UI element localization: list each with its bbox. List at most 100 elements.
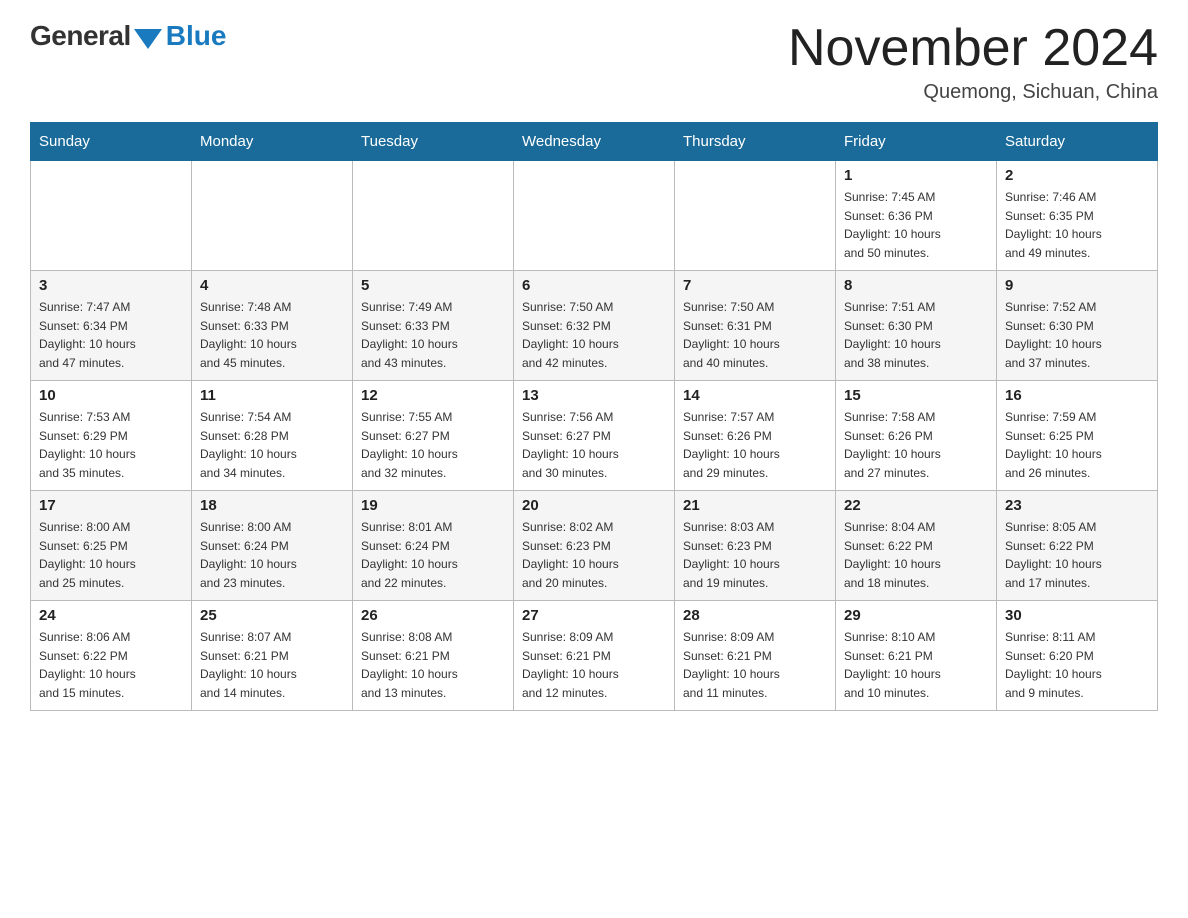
day-number: 8 bbox=[844, 277, 988, 294]
calendar-cell: 25 Sunrise: 8:07 AMSunset: 6:21 PMDayligh… bbox=[192, 601, 353, 711]
weekday-header-thursday: Thursday bbox=[675, 123, 836, 161]
weekday-header-tuesday: Tuesday bbox=[353, 123, 514, 161]
day-info: Sunrise: 7:59 AMSunset: 6:25 PMDaylight:… bbox=[1005, 408, 1149, 482]
day-number: 26 bbox=[361, 607, 505, 624]
calendar-cell: 21 Sunrise: 8:03 AMSunset: 6:23 PMDayligh… bbox=[675, 491, 836, 601]
calendar-cell: 18 Sunrise: 8:00 AMSunset: 6:24 PMDayligh… bbox=[192, 491, 353, 601]
day-info: Sunrise: 8:06 AMSunset: 6:22 PMDaylight:… bbox=[39, 628, 183, 702]
day-number: 30 bbox=[1005, 607, 1149, 624]
day-number: 7 bbox=[683, 277, 827, 294]
calendar-week-row: 24 Sunrise: 8:06 AMSunset: 6:22 PMDayligh… bbox=[31, 601, 1158, 711]
calendar-week-row: 10Sunrise: 7:53 AMSunset: 6:29 PMDayligh… bbox=[31, 381, 1158, 491]
day-info: Sunrise: 8:09 AMSunset: 6:21 PMDaylight:… bbox=[522, 628, 666, 702]
day-number: 16 bbox=[1005, 387, 1149, 404]
day-info: Sunrise: 7:54 AMSunset: 6:28 PMDaylight:… bbox=[200, 408, 344, 482]
calendar-cell: 22 Sunrise: 8:04 AMSunset: 6:22 PMDayligh… bbox=[836, 491, 997, 601]
calendar-cell: 20 Sunrise: 8:02 AMSunset: 6:23 PMDayligh… bbox=[514, 491, 675, 601]
day-info: Sunrise: 8:00 AMSunset: 6:24 PMDaylight:… bbox=[200, 518, 344, 592]
calendar-cell: 27 Sunrise: 8:09 AMSunset: 6:21 PMDayligh… bbox=[514, 601, 675, 711]
day-info: Sunrise: 7:49 AMSunset: 6:33 PMDaylight:… bbox=[361, 298, 505, 372]
day-number: 1 bbox=[844, 167, 988, 184]
calendar-week-row: 1 Sunrise: 7:45 AMSunset: 6:36 PMDaylight… bbox=[31, 161, 1158, 271]
day-info: Sunrise: 7:51 AMSunset: 6:30 PMDaylight:… bbox=[844, 298, 988, 372]
day-number: 28 bbox=[683, 607, 827, 624]
calendar-cell: 28 Sunrise: 8:09 AMSunset: 6:21 PMDayligh… bbox=[675, 601, 836, 711]
day-info: Sunrise: 7:55 AMSunset: 6:27 PMDaylight:… bbox=[361, 408, 505, 482]
calendar-cell bbox=[675, 161, 836, 271]
day-info: Sunrise: 7:58 AMSunset: 6:26 PMDaylight:… bbox=[844, 408, 988, 482]
day-info: Sunrise: 8:03 AMSunset: 6:23 PMDaylight:… bbox=[683, 518, 827, 592]
weekday-header-friday: Friday bbox=[836, 123, 997, 161]
calendar-cell: 6Sunrise: 7:50 AMSunset: 6:32 PMDaylight… bbox=[514, 271, 675, 381]
calendar-cell: 10Sunrise: 7:53 AMSunset: 6:29 PMDayligh… bbox=[31, 381, 192, 491]
day-info: Sunrise: 7:50 AMSunset: 6:31 PMDaylight:… bbox=[683, 298, 827, 372]
day-number: 27 bbox=[522, 607, 666, 624]
calendar-cell: 26 Sunrise: 8:08 AMSunset: 6:21 PMDayligh… bbox=[353, 601, 514, 711]
day-info: Sunrise: 8:07 AMSunset: 6:21 PMDaylight:… bbox=[200, 628, 344, 702]
page-header: General Blue November 2024 Quemong, Sich… bbox=[30, 20, 1158, 104]
calendar-cell: 14 Sunrise: 7:57 AMSunset: 6:26 PMDayligh… bbox=[675, 381, 836, 491]
day-number: 6 bbox=[522, 277, 666, 294]
day-number: 3 bbox=[39, 277, 183, 294]
calendar-cell bbox=[192, 161, 353, 271]
day-number: 19 bbox=[361, 497, 505, 514]
calendar-cell: 1 Sunrise: 7:45 AMSunset: 6:36 PMDaylight… bbox=[836, 161, 997, 271]
logo-general-text: General bbox=[30, 20, 131, 52]
day-info: Sunrise: 8:08 AMSunset: 6:21 PMDaylight:… bbox=[361, 628, 505, 702]
day-info: Sunrise: 8:02 AMSunset: 6:23 PMDaylight:… bbox=[522, 518, 666, 592]
day-number: 12 bbox=[361, 387, 505, 404]
title-section: November 2024 Quemong, Sichuan, China bbox=[788, 20, 1158, 104]
logo-triangle-icon bbox=[134, 29, 162, 49]
weekday-header-saturday: Saturday bbox=[997, 123, 1158, 161]
calendar-cell: 13 Sunrise: 7:56 AMSunset: 6:27 PMDayligh… bbox=[514, 381, 675, 491]
calendar-cell: 7 Sunrise: 7:50 AMSunset: 6:31 PMDaylight… bbox=[675, 271, 836, 381]
day-number: 22 bbox=[844, 497, 988, 514]
day-info: Sunrise: 7:46 AMSunset: 6:35 PMDaylight:… bbox=[1005, 188, 1149, 262]
day-number: 29 bbox=[844, 607, 988, 624]
day-info: Sunrise: 8:00 AMSunset: 6:25 PMDaylight:… bbox=[39, 518, 183, 592]
calendar-cell: 8 Sunrise: 7:51 AMSunset: 6:30 PMDaylight… bbox=[836, 271, 997, 381]
calendar-cell: 4Sunrise: 7:48 AMSunset: 6:33 PMDaylight… bbox=[192, 271, 353, 381]
calendar-cell: 16 Sunrise: 7:59 AMSunset: 6:25 PMDayligh… bbox=[997, 381, 1158, 491]
day-number: 14 bbox=[683, 387, 827, 404]
calendar-cell: 17 Sunrise: 8:00 AMSunset: 6:25 PMDayligh… bbox=[31, 491, 192, 601]
calendar-cell: 12 Sunrise: 7:55 AMSunset: 6:27 PMDayligh… bbox=[353, 381, 514, 491]
weekday-header-wednesday: Wednesday bbox=[514, 123, 675, 161]
calendar-cell bbox=[514, 161, 675, 271]
day-info: Sunrise: 8:01 AMSunset: 6:24 PMDaylight:… bbox=[361, 518, 505, 592]
logo: General Blue bbox=[30, 20, 226, 52]
day-number: 11 bbox=[200, 387, 344, 404]
weekday-header-monday: Monday bbox=[192, 123, 353, 161]
calendar-cell bbox=[353, 161, 514, 271]
calendar-cell: 5Sunrise: 7:49 AMSunset: 6:33 PMDaylight… bbox=[353, 271, 514, 381]
calendar-cell: 23 Sunrise: 8:05 AMSunset: 6:22 PMDayligh… bbox=[997, 491, 1158, 601]
calendar-cell bbox=[31, 161, 192, 271]
day-number: 24 bbox=[39, 607, 183, 624]
calendar-cell: 19 Sunrise: 8:01 AMSunset: 6:24 PMDayligh… bbox=[353, 491, 514, 601]
day-info: Sunrise: 8:09 AMSunset: 6:21 PMDaylight:… bbox=[683, 628, 827, 702]
day-number: 17 bbox=[39, 497, 183, 514]
day-number: 10 bbox=[39, 387, 183, 404]
day-info: Sunrise: 8:11 AMSunset: 6:20 PMDaylight:… bbox=[1005, 628, 1149, 702]
day-number: 23 bbox=[1005, 497, 1149, 514]
weekday-header-sunday: Sunday bbox=[31, 123, 192, 161]
calendar-cell: 30 Sunrise: 8:11 AMSunset: 6:20 PMDayligh… bbox=[997, 601, 1158, 711]
day-number: 13 bbox=[522, 387, 666, 404]
calendar-cell: 3 Sunrise: 7:47 AMSunset: 6:34 PMDaylight… bbox=[31, 271, 192, 381]
day-number: 20 bbox=[522, 497, 666, 514]
day-number: 21 bbox=[683, 497, 827, 514]
calendar-cell: 9Sunrise: 7:52 AMSunset: 6:30 PMDaylight… bbox=[997, 271, 1158, 381]
day-info: Sunrise: 8:04 AMSunset: 6:22 PMDaylight:… bbox=[844, 518, 988, 592]
day-info: Sunrise: 7:45 AMSunset: 6:36 PMDaylight:… bbox=[844, 188, 988, 262]
day-number: 25 bbox=[200, 607, 344, 624]
calendar-table: SundayMondayTuesdayWednesdayThursdayFrid… bbox=[30, 122, 1158, 711]
calendar-cell: 29Sunrise: 8:10 AMSunset: 6:21 PMDayligh… bbox=[836, 601, 997, 711]
day-info: Sunrise: 7:57 AMSunset: 6:26 PMDaylight:… bbox=[683, 408, 827, 482]
day-info: Sunrise: 7:56 AMSunset: 6:27 PMDaylight:… bbox=[522, 408, 666, 482]
calendar-cell: 15Sunrise: 7:58 AMSunset: 6:26 PMDayligh… bbox=[836, 381, 997, 491]
day-info: Sunrise: 8:05 AMSunset: 6:22 PMDaylight:… bbox=[1005, 518, 1149, 592]
logo-blue-text: Blue bbox=[166, 20, 227, 52]
calendar-cell: 11 Sunrise: 7:54 AMSunset: 6:28 PMDayligh… bbox=[192, 381, 353, 491]
day-info: Sunrise: 7:47 AMSunset: 6:34 PMDaylight:… bbox=[39, 298, 183, 372]
day-number: 18 bbox=[200, 497, 344, 514]
